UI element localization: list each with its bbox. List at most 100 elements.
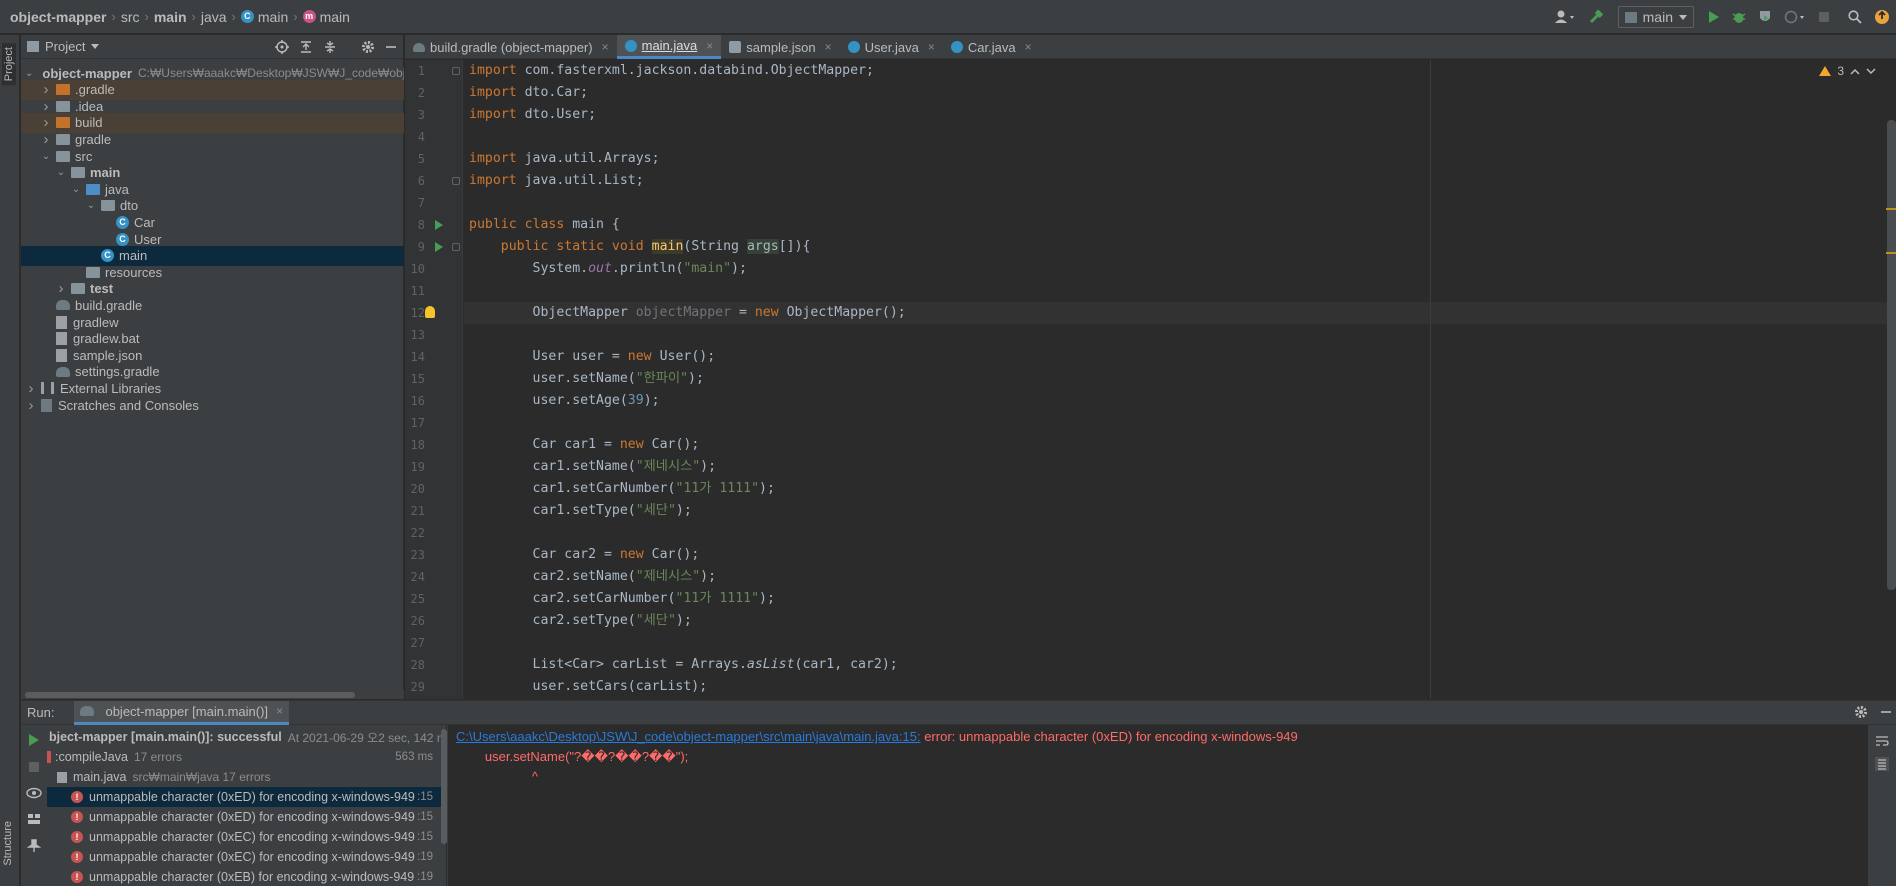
project-view-select[interactable]: Project (45, 39, 85, 54)
breadcrumb-item[interactable]: Cmain (240, 9, 288, 25)
error-icon: ! (71, 791, 83, 803)
build-hammer-icon[interactable] (1582, 0, 1610, 34)
close-icon[interactable]: × (706, 39, 713, 53)
run-gutter-icon[interactable] (435, 242, 443, 252)
gradle-icon (80, 706, 95, 716)
chevron-down-icon[interactable] (91, 44, 100, 49)
close-icon[interactable]: × (602, 40, 609, 54)
code-editor[interactable]: 1 2 3 4 5 6 7 8 9 10 11 12 13 14 15 16 17 18 19 20 21 22 23 24 2… (405, 60, 1896, 699)
layout-icon[interactable] (27, 813, 41, 825)
chevron-down-icon[interactable]: ⌄ (55, 167, 67, 178)
breadcrumb-item[interactable]: m main (302, 9, 350, 25)
breadcrumb-item[interactable]: object-mapper (10, 9, 106, 25)
tree-item-path: C:₩Users₩aaakc₩Desktop₩JSW₩J_code₩obje (137, 66, 404, 80)
editor-tab[interactable]: Car.java × (943, 35, 1040, 59)
update-icon[interactable] (1868, 0, 1896, 34)
run-icon[interactable] (1702, 0, 1726, 34)
gear-icon[interactable] (361, 40, 375, 54)
editor-tab-label: main.java (641, 38, 698, 53)
line-number: 4 (417, 130, 425, 144)
soft-wrap-icon[interactable] (1875, 735, 1889, 747)
close-icon[interactable]: × (276, 704, 283, 718)
build-output-item[interactable]: ! unmappable character (0xEC) for encodin… (47, 847, 446, 867)
breadcrumb-item[interactable]: main (154, 9, 187, 25)
breadcrumb-item[interactable]: java (201, 9, 227, 25)
build-output-item[interactable]: ! unmappable character (0xED) for encodin… (47, 807, 446, 827)
console-output[interactable]: C:\Users\aaakc\Desktop\JSW\J_code\object… (448, 725, 1868, 886)
left-tool-window-strip: Project Structure (0, 35, 20, 886)
eye-icon[interactable] (26, 787, 42, 799)
inspection-widget[interactable]: 3 (1819, 64, 1876, 78)
editor-tab[interactable]: build.gradle (object-mapper) × (405, 35, 617, 59)
code-line: import dto.User; (469, 107, 597, 122)
run-gutter-icon[interactable] (435, 220, 443, 230)
horizontal-scrollbar[interactable] (21, 690, 404, 699)
line-number: 19 (410, 460, 425, 474)
chevron-down-icon[interactable]: ⌄ (85, 200, 97, 211)
run-tab[interactable]: object-mapper [main.main()] × (74, 700, 290, 725)
user-icon[interactable] (1548, 0, 1582, 34)
line-number: 3 (417, 108, 425, 122)
collapse-all-icon[interactable] (323, 40, 337, 54)
fold-icon[interactable] (452, 177, 460, 185)
code-line: Car car2 = new Car(); (469, 547, 700, 562)
run-tool-window: Run: object-mapper [main.main()] × bject… (21, 700, 1896, 886)
editor-tab[interactable]: main.java × (616, 35, 722, 59)
close-icon[interactable]: × (825, 40, 832, 54)
breadcrumb-item[interactable]: src (121, 9, 140, 25)
tool-window-tab-structure[interactable]: Structure (2, 821, 14, 866)
chevron-down-icon[interactable]: ⌄ (70, 184, 82, 195)
rerun-icon[interactable] (28, 733, 40, 747)
code-line: car1.setCarNumber("11가 1111"); (469, 481, 775, 496)
navigation-bar: object-mapper › src › main › java › Cmain › m main … (0, 0, 1896, 34)
error-message: error: unmappable character (0xED) for e… (920, 729, 1298, 744)
build-output-item[interactable]: main.java src₩main₩java 17 errors (47, 767, 446, 787)
build-output-detail: src₩main₩java 17 errors (132, 770, 271, 784)
chevron-down-icon[interactable]: ⌄ (40, 151, 52, 162)
build-output-right: :15 (417, 831, 433, 843)
scroll-to-end-icon[interactable] (1875, 757, 1889, 771)
fold-icon[interactable] (452, 243, 460, 251)
application-icon (1624, 11, 1637, 23)
chevron-down-icon[interactable] (1866, 67, 1876, 75)
pin-icon[interactable] (27, 839, 41, 853)
build-output-item[interactable]: ! unmappable character (0xED) for encodin… (47, 787, 446, 807)
hide-icon[interactable] (1880, 705, 1892, 719)
chevron-up-icon[interactable] (1850, 68, 1860, 75)
warning-marker[interactable] (1886, 208, 1896, 210)
build-output-item[interactable]: bject-mapper [main.main()]: successful At… (47, 727, 446, 747)
search-icon[interactable] (1842, 0, 1868, 34)
lightbulb-icon[interactable] (425, 306, 435, 318)
chevron-right-icon[interactable]: › (25, 397, 37, 414)
file-link[interactable]: C:\Users\aaakc\Desktop\JSW\J_code\object… (456, 729, 921, 744)
tree-item-label: dto (120, 198, 139, 214)
build-output-item[interactable]: :compileJava 17 errors 563 ms (47, 747, 446, 767)
debug-icon[interactable] (1726, 0, 1752, 34)
stop-icon[interactable] (1812, 0, 1836, 34)
warning-marker[interactable] (1886, 252, 1896, 254)
build-output-item[interactable]: ! unmappable character (0xEB) for encodin… (47, 867, 446, 886)
hide-icon[interactable] (385, 40, 397, 54)
expand-all-icon[interactable] (299, 40, 313, 54)
profile-icon[interactable] (1778, 0, 1812, 34)
close-icon[interactable]: × (1025, 40, 1032, 54)
tree-item-label: object-mapper (42, 65, 132, 81)
gear-icon[interactable] (1854, 705, 1868, 719)
editor-tab[interactable]: sample.json × (721, 35, 839, 59)
close-icon[interactable]: × (928, 40, 935, 54)
locate-icon[interactable] (275, 40, 289, 54)
tree-item[interactable]: › Scratches and Consoles (21, 395, 404, 415)
coverage-icon[interactable] (1752, 0, 1778, 34)
fold-icon[interactable] (452, 67, 460, 75)
error-icon: ! (71, 871, 83, 883)
stop-icon[interactable] (28, 761, 40, 773)
vertical-scrollbar[interactable] (441, 729, 447, 844)
tree-item-label: java (105, 181, 129, 197)
build-output-item[interactable]: ! unmappable character (0xEC) for encodin… (47, 827, 446, 847)
file-icon (57, 771, 67, 783)
tool-window-tab-project[interactable]: Project (2, 43, 16, 86)
editor-tab[interactable]: User.java × (840, 35, 943, 59)
chevron-down-icon[interactable]: ⌄ (25, 68, 33, 79)
vertical-scrollbar[interactable] (1887, 120, 1896, 590)
run-configuration-select[interactable]: main (1617, 6, 1694, 28)
